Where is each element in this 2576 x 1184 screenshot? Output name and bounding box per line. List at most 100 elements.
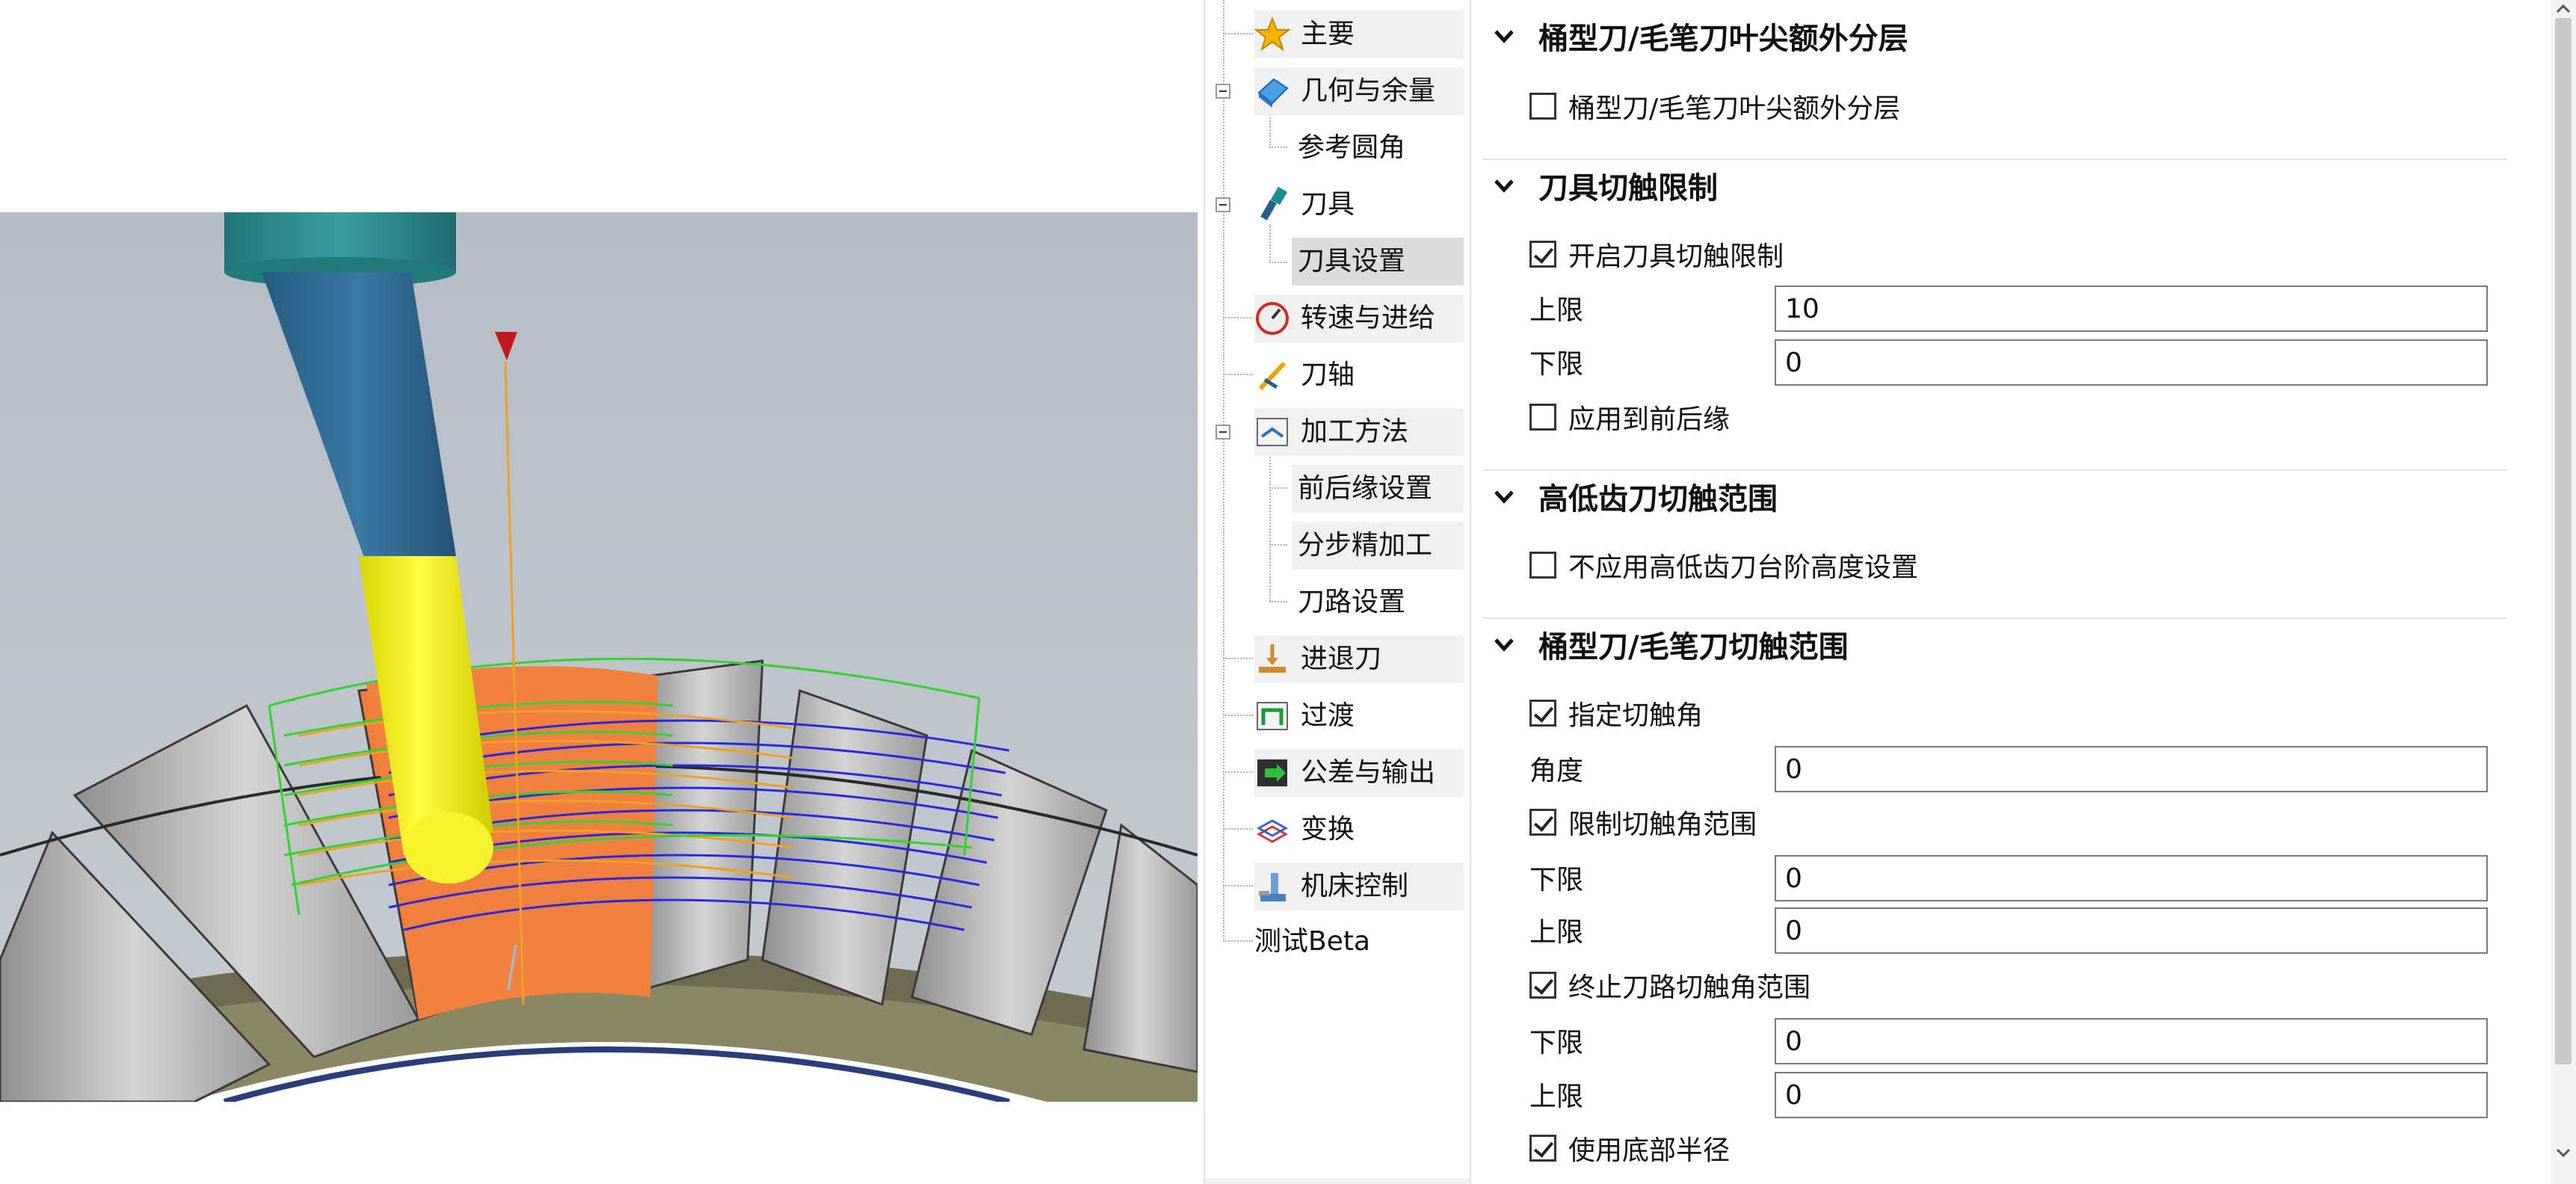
- tree-connector: [1269, 262, 1287, 263]
- checkbox-box[interactable]: [1529, 1135, 1556, 1162]
- tree-item-speed-feed[interactable]: 转速与进给: [1254, 295, 1464, 342]
- section-header-barrel-contact-range[interactable]: 桶型刀/毛笔刀切触范围: [1492, 620, 1849, 668]
- section-title: 桶型刀/毛笔刀切触范围: [1538, 630, 1849, 665]
- lower-limit-input[interactable]: [1775, 339, 2488, 386]
- checkbox-label: 桶型刀/毛笔刀叶尖额外分层: [1568, 93, 1901, 124]
- section-header-tool-contact-limit[interactable]: 刀具切触限制: [1492, 161, 1718, 209]
- tree-connector: [1269, 544, 1287, 546]
- bottom-radius-checkbox[interactable]: 使用底部半径: [1529, 1126, 1730, 1171]
- tree-item-reference-fillet[interactable]: 参考圆角: [1292, 124, 1464, 172]
- tree-item-step-finishing[interactable]: 分步精加工: [1292, 522, 1464, 570]
- tree-item-label: 机床控制: [1301, 871, 1409, 901]
- checkbox-box[interactable]: [1529, 972, 1556, 999]
- tree-connector: [1269, 112, 1271, 148]
- tree-item-label: 刀路设置: [1298, 587, 1406, 617]
- checkbox-label: 不应用高低齿刀台阶高度设置: [1568, 552, 1919, 583]
- chevron-down-icon: [1494, 179, 1514, 193]
- tree-item-lead-in-out[interactable]: 进退刀: [1254, 635, 1464, 683]
- tree-item-label: 刀轴: [1301, 360, 1355, 390]
- tool-axis-icon: [1254, 357, 1290, 393]
- scrollbar-thumb[interactable]: [2555, 18, 2572, 1064]
- chevron-down-icon: [1494, 638, 1514, 652]
- specify-angle-checkbox[interactable]: 指定切触角: [1529, 691, 1703, 736]
- section-divider: [1483, 617, 2507, 619]
- tree-item-label: 加工方法: [1301, 416, 1409, 447]
- stop-range-checkbox[interactable]: 终止刀路切触角范围: [1529, 963, 1811, 1008]
- step-height-checkbox[interactable]: 不应用高低齿刀台阶高度设置: [1529, 543, 1918, 588]
- tree-item-machine-control[interactable]: 机床控制: [1254, 863, 1464, 910]
- checkbox-box[interactable]: [1529, 241, 1556, 268]
- apply-to-edges-checkbox[interactable]: 应用到前后缘: [1529, 395, 1730, 440]
- limit-upper-label: 上限: [1529, 917, 1584, 948]
- tree-item-tool[interactable]: 刀具: [1254, 181, 1464, 229]
- tree-item-tool-settings[interactable]: 刀具设置: [1292, 238, 1464, 286]
- tree-connector: [1223, 885, 1253, 887]
- scroll-up-icon[interactable]: [2556, 3, 2571, 15]
- tree-item-label: 主要: [1301, 19, 1355, 49]
- tree-connector: [1223, 715, 1253, 716]
- tree-connector: [1223, 771, 1253, 773]
- limit-range-checkbox[interactable]: 限制切触角范围: [1529, 800, 1757, 845]
- checkbox-box[interactable]: [1529, 404, 1556, 431]
- section-divider: [1483, 469, 2507, 471]
- collapse-toggle[interactable]: [1215, 197, 1230, 212]
- machine-control-icon: [1254, 869, 1290, 904]
- stop-upper-input[interactable]: [1775, 1072, 2488, 1118]
- 3d-viewport[interactable]: [0, 212, 1198, 1102]
- checkbox-box[interactable]: [1529, 552, 1556, 579]
- checkbox-label: 应用到前后缘: [1568, 404, 1731, 435]
- angle-input[interactable]: [1775, 746, 2488, 792]
- tree-item-label: 参考圆角: [1298, 132, 1406, 163]
- section-title: 刀具切触限制: [1538, 171, 1718, 206]
- limit-lower-input[interactable]: [1775, 855, 2488, 901]
- lead-in-out-icon: [1254, 641, 1290, 677]
- tree-connector: [1269, 147, 1287, 148]
- scroll-down-icon[interactable]: [2556, 1147, 2571, 1159]
- stop-upper-label: 上限: [1529, 1082, 1584, 1112]
- checkbox-box[interactable]: [1529, 700, 1556, 727]
- tree-item-tolerance-output[interactable]: 公差与输出: [1254, 749, 1464, 797]
- barrel-tip-layer-checkbox[interactable]: 桶型刀/毛笔刀叶尖额外分层: [1529, 84, 1900, 129]
- tool-icon: [1254, 186, 1290, 223]
- viewport-canvas[interactable]: [0, 212, 1198, 1102]
- enable-contact-limit-checkbox[interactable]: 开启刀具切触限制: [1529, 232, 1784, 277]
- collapse-toggle[interactable]: [1215, 84, 1230, 99]
- tree-item-leading-trailing-edge[interactable]: 前后缘设置: [1292, 465, 1464, 513]
- vertical-scrollbar[interactable]: [2551, 0, 2576, 1184]
- tree-item-machining-method[interactable]: 加工方法: [1254, 408, 1464, 456]
- tree-item-main[interactable]: 主要: [1254, 10, 1464, 58]
- section-header-barrel-tip-layer[interactable]: 桶型刀/毛笔刀叶尖额外分层: [1492, 12, 1908, 60]
- star-icon: [1254, 16, 1291, 52]
- checkbox-label: 开启刀具切触限制: [1568, 241, 1784, 272]
- tree-item-transition[interactable]: 过渡: [1254, 692, 1464, 740]
- chevron-down-icon: [1494, 30, 1514, 43]
- tolerance-output-icon: [1254, 755, 1290, 791]
- tree-item-geometry[interactable]: 几何与余量: [1254, 67, 1464, 115]
- tree-item-label: 几何与余量: [1301, 75, 1436, 106]
- section-divider: [1483, 158, 2507, 160]
- limit-upper-input[interactable]: [1775, 907, 2488, 954]
- stop-lower-input[interactable]: [1775, 1018, 2488, 1064]
- lower-limit-label: 下限: [1529, 349, 1584, 380]
- operation-tree: 主要 几何与余量 参考圆角 刀具 刀具设置 转速与进给 刀轴 加工方法 前后缘设…: [1204, 0, 1471, 1184]
- checkbox-label: 限制切触角范围: [1568, 810, 1757, 840]
- tree-item-label: 分步精加工: [1298, 530, 1433, 561]
- section-header-step-tool-range[interactable]: 高低齿刀切触范围: [1492, 472, 1778, 520]
- checkbox-box[interactable]: [1529, 809, 1556, 836]
- tree-item-toolpath-settings[interactable]: 刀路设置: [1292, 579, 1464, 626]
- tree-item-tool-axis[interactable]: 刀轴: [1254, 351, 1464, 399]
- properties-panel: 桶型刀/毛笔刀叶尖额外分层 桶型刀/毛笔刀叶尖额外分层 刀具切触限制 开启刀具切…: [1483, 0, 2551, 1184]
- transform-icon: [1254, 812, 1290, 848]
- collapse-toggle[interactable]: [1215, 425, 1230, 440]
- tree-connector: [1269, 487, 1287, 489]
- angle-label: 角度: [1529, 756, 1584, 786]
- tree-item-test-beta[interactable]: 测试Beta: [1254, 918, 1464, 966]
- upper-limit-input[interactable]: [1775, 286, 2488, 332]
- upper-limit-label: 上限: [1529, 295, 1584, 326]
- machining-method-icon: [1254, 414, 1290, 450]
- tree-item-transform[interactable]: 变换: [1254, 806, 1464, 854]
- checkbox-box[interactable]: [1529, 93, 1556, 120]
- section-title: 桶型刀/毛笔刀叶尖额外分层: [1538, 22, 1908, 56]
- tree-connector: [1223, 0, 1224, 942]
- tree-connector: [1223, 828, 1253, 830]
